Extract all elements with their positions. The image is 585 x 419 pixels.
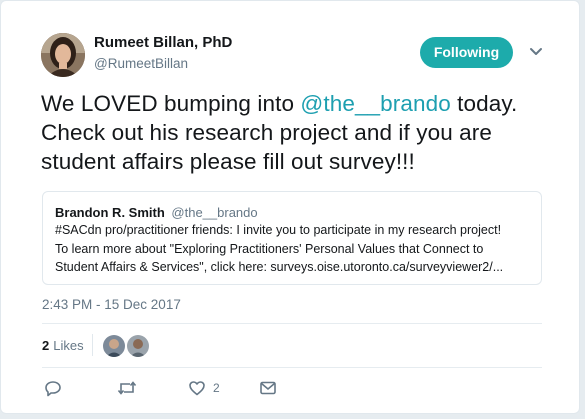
likes-stat[interactable]: 2 Likes [42,338,84,353]
direct-message-button[interactable] [259,379,277,397]
user-avatar-icon [103,335,125,357]
reply-icon [45,381,61,397]
author-name[interactable]: Rumeet Billan, PhD [94,34,232,51]
quoted-tweet-line: Student Affairs & Services", click here:… [55,260,504,274]
likes-count: 2 [42,338,50,353]
divider [42,367,542,368]
chevron-down-icon[interactable] [529,47,543,57]
user-avatar-icon [41,33,85,77]
quoted-author-name: Brandon R. Smith [55,205,165,220]
liker-avatar[interactable] [102,334,126,358]
heart-icon [189,381,205,396]
quoted-tweet-header: Brandon R. Smith @the__brando [55,205,529,221]
divider [92,334,93,356]
divider [42,323,542,324]
like-count: 2 [213,381,220,395]
retweet-button[interactable] [117,379,137,397]
mention-link[interactable]: @the__brando [300,91,450,116]
tweet-timestamp[interactable]: 2:43 PM - 15 Dec 2017 [42,297,181,312]
author-handle[interactable]: @RumeetBillan [94,56,188,71]
tweet-text: We LOVED bumping into @the__brando today… [41,89,561,176]
reply-button[interactable] [44,379,62,397]
like-button[interactable]: 2 [188,379,220,397]
following-button[interactable]: Following [420,37,513,68]
quoted-author-handle: @the__brando [171,205,258,220]
retweet-icon [117,381,137,395]
liker-avatar[interactable] [126,334,150,358]
quoted-tweet-line: To learn more about "Exploring Practitio… [55,241,484,256]
likes-label: Likes [53,338,84,353]
tweet-card: Rumeet Billan, PhD @RumeetBillan Followi… [0,0,580,414]
tweet-text-start: We LOVED bumping into [41,91,301,116]
quoted-tweet[interactable]: Brandon R. Smith @the__brando #SACdn pro… [42,191,542,285]
quoted-tweet-line: #SACdn pro/practitioner friends: I invit… [55,223,502,237]
author-avatar[interactable] [41,33,85,77]
user-avatar-icon [127,335,149,357]
envelope-icon [260,381,276,395]
